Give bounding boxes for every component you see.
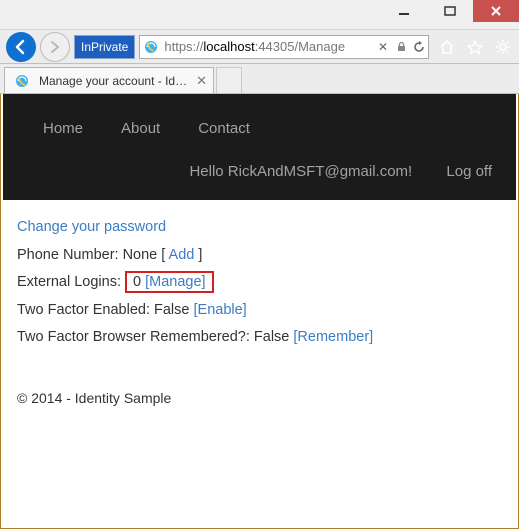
phone-add-link[interactable]: Add [169,247,195,263]
url-text[interactable]: https://localhost:44305/Manage [162,39,374,54]
remembered-label: Two Factor Browser Remembered?: False [17,329,293,345]
tab-title: Manage your account - Ide... [39,74,190,88]
ie-tab-icon [13,72,31,90]
two-factor-remembered-row: Two Factor Browser Remembered?: False [R… [17,324,502,352]
site-navbar: Home About Contact Hello RickAndMSFT@gma… [3,94,516,200]
external-logins-manage-link[interactable]: [Manage] [145,274,205,290]
external-logins-highlight: 0 [Manage] [125,271,214,293]
page-viewport: Home About Contact Hello RickAndMSFT@gma… [0,94,519,529]
refresh-icon[interactable] [410,41,428,53]
address-bar[interactable]: https://localhost:44305/Manage ✕ [139,35,429,59]
url-rest: :44305/Manage [255,39,345,54]
window-minimize-button[interactable] [381,0,427,22]
phone-label: Phone Number: None [ [17,247,169,263]
new-tab-button[interactable] [216,67,242,93]
remember-link[interactable]: [Remember] [293,329,373,345]
browser-tab[interactable]: Manage your account - Ide... ✕ [4,67,214,93]
nav-hello-user[interactable]: Hello RickAndMSFT@gmail.com! [189,163,412,180]
two-factor-label: Two Factor Enabled: False [17,302,194,318]
stop-icon[interactable]: ✕ [374,40,392,54]
external-logins-count: 0 [133,274,145,290]
url-prefix: https:// [164,39,203,54]
external-logins-label: External Logins: [17,274,121,290]
change-password-link[interactable]: Change your password [17,219,166,235]
url-host: localhost [203,39,254,54]
lock-icon [392,41,410,52]
nav-contact[interactable]: Contact [198,120,250,137]
window-maximize-button[interactable] [427,0,473,22]
tab-strip: Manage your account - Ide... ✕ [0,64,519,94]
phone-number-row: Phone Number: None [ Add ] [17,242,502,270]
favorites-icon[interactable] [465,37,485,57]
two-factor-enable-link[interactable]: [Enable] [194,302,247,318]
tab-close-icon[interactable]: ✕ [196,73,207,89]
external-logins-row: External Logins: 0 [Manage] [17,269,502,297]
two-factor-row: Two Factor Enabled: False [Enable] [17,297,502,325]
ie-page-icon [142,38,160,56]
forward-button[interactable] [40,32,70,62]
nav-home[interactable]: Home [43,120,83,137]
settings-gear-icon[interactable] [493,37,513,57]
phone-close-bracket: ] [194,247,202,263]
account-manage-section: Change your password Phone Number: None … [3,200,516,366]
nav-about[interactable]: About [121,120,160,137]
inprivate-badge: InPrivate [74,35,135,59]
window-close-button[interactable] [473,0,519,22]
nav-logoff[interactable]: Log off [446,163,492,180]
back-button[interactable] [6,32,36,62]
page-footer: © 2014 - Identity Sample [3,366,516,430]
window-titlebar [0,0,519,30]
browser-toolbar: InPrivate https://localhost:44305/Manage… [0,30,519,64]
home-icon[interactable] [437,37,457,57]
